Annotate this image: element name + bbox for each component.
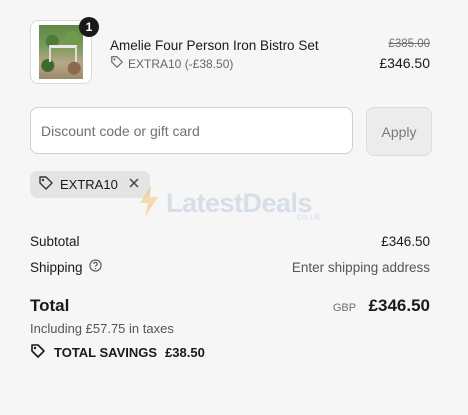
total-savings: TOTAL SAVINGS £38.50	[30, 343, 205, 362]
total-label: Total	[30, 296, 70, 315]
savings-label: TOTAL SAVINGS	[54, 345, 158, 360]
product-price: £346.50	[379, 55, 430, 71]
help-circle-icon[interactable]	[88, 259, 102, 275]
taxes-note: Including £57.75 in taxes	[30, 321, 174, 336]
subtotal-label: Subtotal	[30, 234, 80, 249]
quantity-badge: 1	[79, 17, 99, 37]
applied-discount-chip: EXTRA10	[30, 171, 150, 198]
watermark-domain: .co.uk	[294, 212, 321, 223]
apply-button[interactable]: Apply	[366, 107, 432, 156]
discount-code-input[interactable]	[30, 107, 353, 154]
product-image	[39, 25, 83, 79]
tag-icon	[110, 55, 124, 72]
watermark: LatestDeals .co.uk	[138, 184, 321, 223]
bolt-icon	[138, 184, 160, 223]
shipping-label-group: Shipping	[30, 259, 102, 275]
product-name: Amelie Four Person Iron Bistro Set	[110, 38, 319, 53]
total-row: Total GBP £346.50	[30, 296, 430, 316]
product-discount: EXTRA10 (-£38.50)	[110, 55, 233, 72]
savings-value: £38.50	[165, 345, 205, 360]
shipping-label: Shipping	[30, 259, 83, 275]
total-amount: GBP £346.50	[333, 296, 430, 316]
original-price: £385.00	[388, 38, 430, 50]
subtotal-row: Subtotal £346.50	[30, 234, 430, 249]
applied-code: EXTRA10	[60, 177, 118, 192]
shipping-value: Enter shipping address	[291, 259, 430, 275]
shipping-row: Shipping Enter shipping address	[30, 259, 430, 275]
currency-code: GBP	[332, 302, 357, 314]
total-value: £346.50	[368, 296, 430, 315]
tag-icon	[30, 343, 46, 362]
subtotal-value: £346.50	[381, 234, 430, 249]
watermark-brand: LatestDeals	[166, 188, 313, 218]
tag-icon	[38, 175, 54, 194]
product-thumbnail: 1	[30, 17, 99, 84]
product-discount-text: EXTRA10 (-£38.50)	[128, 56, 234, 71]
